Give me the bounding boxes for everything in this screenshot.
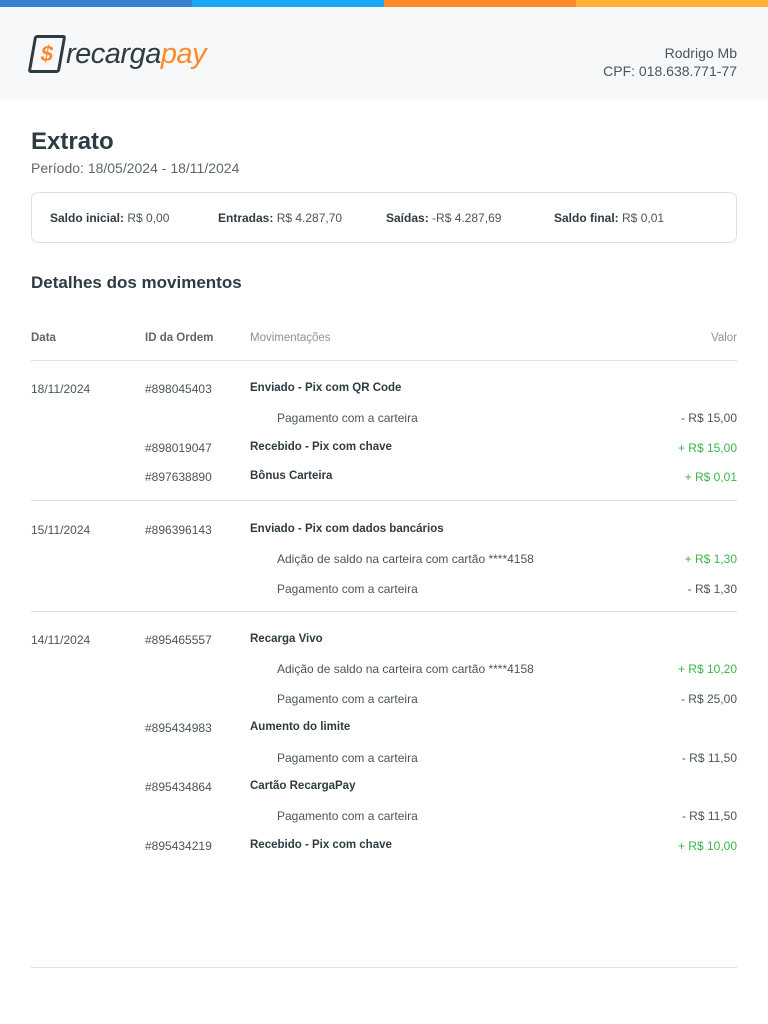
color-segment: [384, 0, 576, 7]
movement-title: Bônus Carteira: [250, 470, 333, 483]
table-row: Pagamento com a carteira - R$ 1,30: [0, 582, 768, 600]
user-info: Rodrigo Mb CPF: 018.638.771-77: [603, 44, 737, 80]
summary-box: Saldo inicial: R$ 0,00 Entradas: R$ 4.28…: [31, 192, 737, 243]
movement-detail: Pagamento com a carteira: [277, 411, 418, 426]
group-divider: [31, 611, 737, 612]
summary-item: Entradas: R$ 4.287,70: [218, 210, 343, 225]
order-id: #895434983: [145, 721, 212, 736]
col-order: ID da Ordem: [145, 332, 214, 344]
table-row: #895434864 Cartão RecargaPay: [0, 780, 768, 798]
order-id: #898045403: [145, 382, 212, 396]
movement-title: Enviado - Pix com QR Code: [250, 382, 402, 394]
table-row: #898019047 Recebido - Pix com chave + R$ 1…: [0, 441, 768, 459]
order-id: #896396143: [145, 523, 212, 537]
movement-value: + R$ 1,30: [684, 552, 737, 567]
movement-value: - R$ 25,00: [680, 691, 737, 706]
row-date: 18/11/2024: [31, 382, 91, 396]
header: $ recargapay Rodrigo Mb CPF: 018.638.771…: [0, 7, 768, 100]
table-row: Pagamento com a carteira - R$ 15,00: [0, 411, 768, 429]
movement-value: + R$ 15,00: [677, 440, 737, 455]
movement-value: + R$ 10,20: [677, 662, 737, 677]
table-row: #895434219 Recebido - Pix com chave + R$ 1…: [0, 839, 768, 857]
logo-text: recarga: [66, 37, 161, 70]
page-title: Extrato: [31, 128, 114, 155]
table-row: Pagamento com a carteira - R$ 11,50: [0, 809, 768, 827]
user-name: Rodrigo Mb: [664, 45, 737, 61]
movement-value: + R$ 10,00: [677, 838, 737, 853]
movement-detail: Adição de saldo na carteira com cartão *…: [277, 662, 534, 677]
order-id: #895434864: [145, 780, 212, 794]
summary-item: Saldo final: R$ 0,01: [554, 210, 665, 225]
movement-detail: Pagamento com a carteira: [277, 750, 418, 765]
order-id: #897638890: [145, 470, 212, 485]
user-cpf: CPF: 018.638.771-77: [603, 63, 737, 79]
table-row: #897638890 Bônus Carteira + R$ 0,01: [0, 470, 768, 488]
summary-item: Saídas: -R$ 4.287,69: [386, 210, 502, 225]
movement-title: Recebido - Pix com chave: [250, 440, 392, 453]
movement-title: Aumento do limite: [250, 721, 351, 734]
table-row: Adição de saldo na carteira com cartão *…: [0, 552, 768, 570]
movement-detail: Pagamento com a carteira: [277, 691, 418, 706]
color-segment: [0, 0, 192, 7]
table-row: 18/11/2024 #898045403 Enviado - Pix com QR…: [0, 382, 768, 400]
row-date: 15/11/2024: [31, 523, 91, 537]
dollar-icon: $: [27, 35, 67, 73]
color-segment: [192, 0, 384, 7]
col-value: Valor: [711, 332, 737, 344]
movement-value: - R$ 1,30: [687, 581, 737, 596]
col-movement: Movimentações: [250, 332, 331, 344]
logo-text: pay: [160, 37, 207, 70]
table-row: Adição de saldo na carteira com cartão *…: [0, 662, 768, 680]
movement-title: Recebido - Pix com chave: [250, 838, 392, 851]
col-date: Data: [31, 332, 56, 344]
recargapay-logo: $ recargapay: [27, 35, 207, 73]
movement-title: Enviado - Pix com dados bancários: [250, 523, 444, 535]
movement-detail: Adição de saldo na carteira com cartão *…: [277, 552, 534, 567]
order-id: #895434219: [145, 838, 212, 853]
order-id: #898019047: [145, 440, 212, 455]
divider: [31, 360, 737, 361]
movement-value: + R$ 0,01: [684, 470, 737, 485]
movement-value: - R$ 15,00: [680, 411, 737, 426]
movement-value: - R$ 11,50: [681, 809, 737, 824]
table-row: #895434983 Aumento do limite: [0, 721, 768, 739]
footer-divider: [31, 967, 737, 968]
table-row: Pagamento com a carteira - R$ 25,00: [0, 692, 768, 710]
table-row: 15/11/2024 #896396143 Enviado - Pix com da…: [0, 523, 768, 541]
movement-title: Recarga Vivo: [250, 633, 323, 645]
movement-detail: Pagamento com a carteira: [277, 809, 418, 824]
color-segment: [576, 0, 768, 7]
period: Período: 18/05/2024 - 18/11/2024: [31, 160, 240, 176]
brand-color-bar: [0, 0, 768, 7]
table-row: 14/11/2024 #895465557 Recarga Vivo: [0, 633, 768, 651]
summary-item: Saldo inicial: R$ 0,00: [50, 210, 170, 225]
movement-detail: Pagamento com a carteira: [277, 581, 418, 596]
table-row: Pagamento com a carteira - R$ 11,50: [0, 751, 768, 769]
order-id: #895465557: [145, 633, 212, 647]
row-date: 14/11/2024: [31, 633, 91, 647]
movement-value: - R$ 11,50: [681, 750, 737, 765]
section-title: Detalhes dos movimentos: [31, 273, 242, 292]
group-divider: [31, 500, 737, 501]
movement-title: Cartão RecargaPay: [250, 780, 356, 792]
